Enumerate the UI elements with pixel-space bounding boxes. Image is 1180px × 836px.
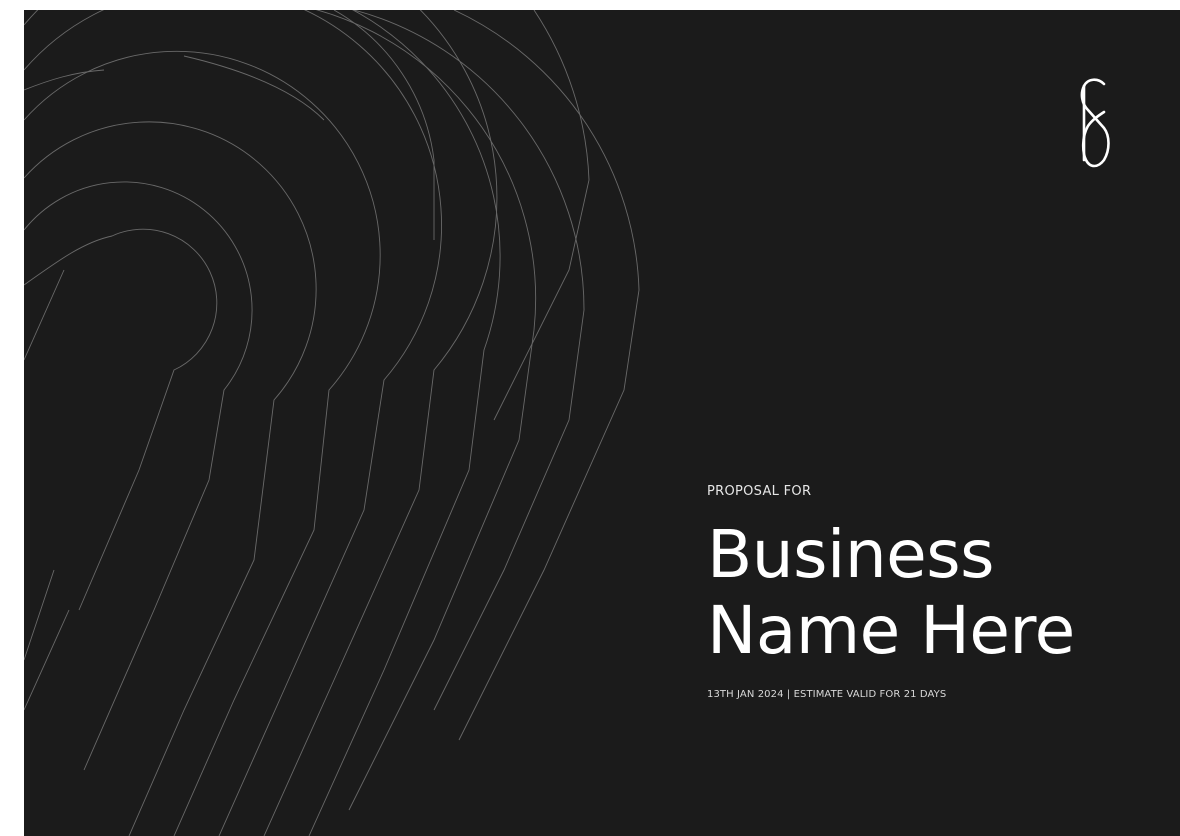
pattern-line xyxy=(493,10,590,421)
business-name-title: Business Name Here xyxy=(707,517,1157,669)
pattern-line xyxy=(24,50,381,836)
proposal-cover: PROPOSAL FOR Business Name Here 13TH JAN… xyxy=(24,10,1180,836)
pattern-line xyxy=(24,10,498,836)
business-name-line-1: Business xyxy=(707,516,995,593)
pattern-line xyxy=(353,10,585,711)
fingerprint-line-pattern xyxy=(24,10,640,836)
proposal-date-validity: 13TH JAN 2024 | ESTIMATE VALID FOR 21 DA… xyxy=(707,689,947,700)
pattern-line xyxy=(24,269,65,361)
pattern-line xyxy=(183,55,325,121)
pattern-line xyxy=(24,121,317,836)
monogram-logo-icon xyxy=(1080,78,1110,168)
pattern-line xyxy=(453,10,640,741)
pattern-line xyxy=(24,228,218,611)
proposal-heading-block: PROPOSAL FOR Business Name Here 13TH JAN… xyxy=(707,484,1157,700)
pattern-line xyxy=(24,609,70,711)
pattern-line xyxy=(308,10,501,836)
pattern-line xyxy=(24,569,55,661)
pattern-line xyxy=(315,10,537,811)
pattern-line xyxy=(24,181,253,771)
proposal-eyebrow: PROPOSAL FOR xyxy=(707,484,812,499)
business-name-line-2: Name Here xyxy=(707,592,1075,669)
pattern-line xyxy=(24,69,105,91)
